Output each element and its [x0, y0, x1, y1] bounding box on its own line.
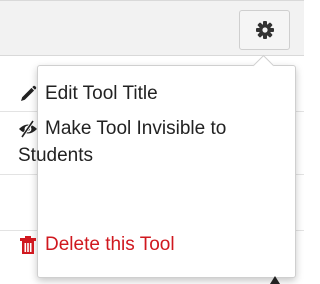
make-tool-invisible-menu-item[interactable]: Make Tool Invisible to Students — [18, 115, 248, 169]
edit-tool-title-label: Edit Tool Title — [45, 83, 158, 104]
delete-tool-label: Delete this Tool — [45, 234, 175, 255]
cursor-icon — [270, 276, 280, 284]
tool-header-bar — [0, 0, 304, 56]
eye-slash-icon — [19, 120, 37, 138]
delete-tool-menu-item[interactable]: Delete this Tool — [18, 231, 248, 258]
edit-tool-title-menu-item[interactable]: Edit Tool Title — [18, 80, 248, 107]
pencil-icon — [21, 85, 37, 101]
make-tool-invisible-label: Make Tool Invisible to Students — [18, 118, 227, 166]
settings-button[interactable] — [239, 10, 290, 50]
gear-icon — [255, 21, 274, 39]
menu-caret — [252, 54, 275, 77]
trash-icon — [20, 236, 36, 254]
